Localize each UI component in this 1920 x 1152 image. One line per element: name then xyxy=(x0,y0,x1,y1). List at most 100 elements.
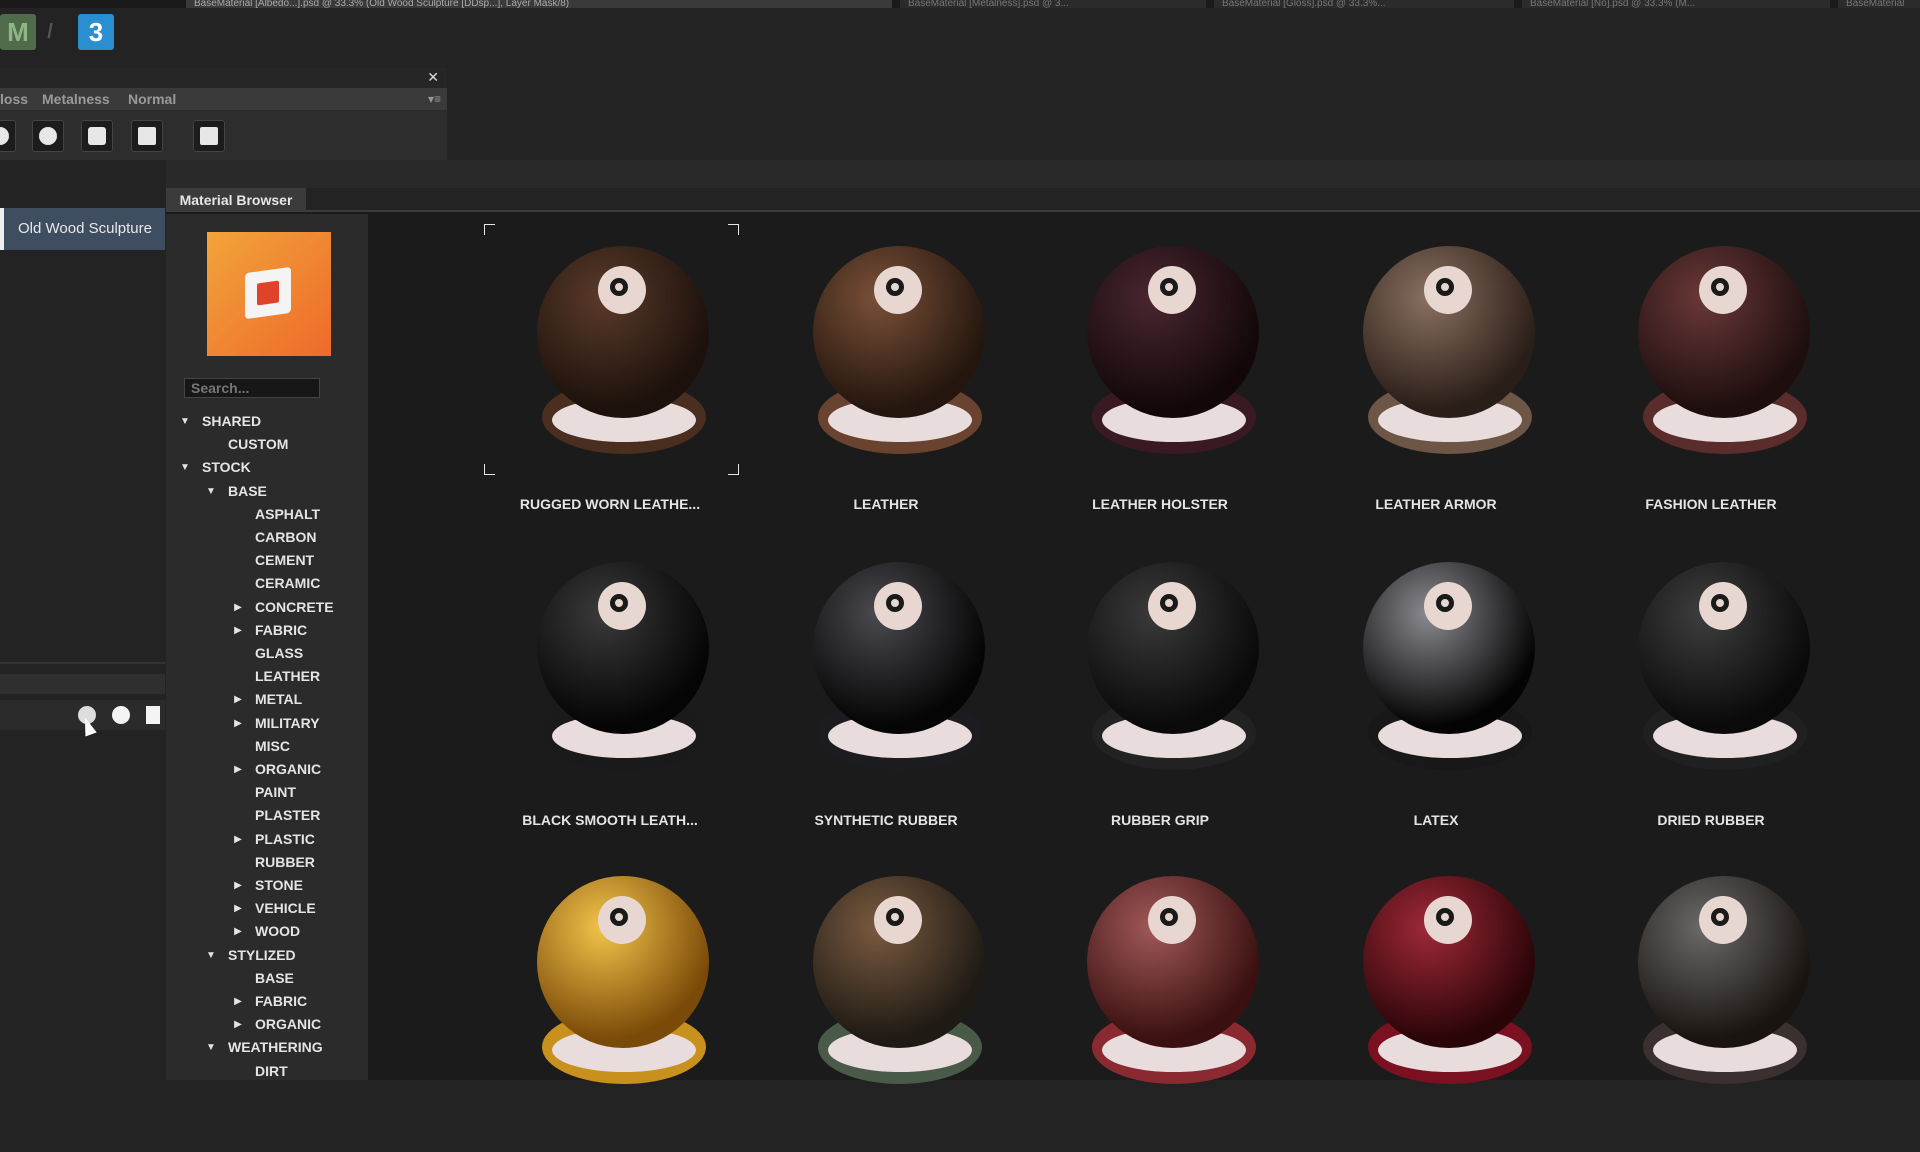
material-card[interactable]: RUBBER GRIP xyxy=(1030,538,1290,838)
tab-metalness[interactable]: Metalness xyxy=(42,88,110,110)
material-card[interactable]: LEATHER ARMOR xyxy=(1306,222,1566,522)
doc-tab[interactable]: BaseMaterial xyxy=(1838,0,1920,8)
caret-right-icon[interactable]: ▶ xyxy=(231,694,245,705)
app-switcher: M/ 3 xyxy=(0,14,200,60)
caret-right-icon[interactable]: ▶ xyxy=(231,834,245,845)
material-card[interactable] xyxy=(1306,852,1566,1152)
caret-right-icon[interactable]: ▶ xyxy=(231,625,245,636)
divider xyxy=(0,662,165,664)
search-input[interactable] xyxy=(184,378,320,398)
layer-item-selected[interactable]: Old Wood Sculpture xyxy=(4,208,165,250)
material-card[interactable]: SYNTHETIC RUBBER xyxy=(756,538,1016,838)
tree-item[interactable]: LEATHER xyxy=(166,665,368,688)
caret-right-icon[interactable]: ▶ xyxy=(231,996,245,1007)
caret-right-icon[interactable]: ▶ xyxy=(231,718,245,729)
tree-item-label: CEMENT xyxy=(255,552,315,569)
add-layer-icon[interactable] xyxy=(0,120,16,152)
layers-panel: Old Wood Sculpture xyxy=(0,172,165,1080)
tree-item-label: ASPHALT xyxy=(255,505,321,522)
material-card[interactable]: LEATHER HOLSTER xyxy=(1030,222,1290,522)
tab-gloss[interactable]: loss xyxy=(0,88,28,110)
caret-right-icon[interactable]: ▶ xyxy=(231,1019,245,1030)
panel-menu-icon[interactable]: ▾≡ xyxy=(428,92,441,106)
quixel-mark-icon xyxy=(1148,582,1196,630)
tree-item[interactable]: ▼ WEATHERING xyxy=(166,1036,368,1059)
material-card[interactable]: RUGGED WORN LEATHE... xyxy=(480,222,740,522)
tree-item[interactable]: ▶ FABRIC xyxy=(166,619,368,642)
tree-item[interactable]: ▶ WOOD xyxy=(166,920,368,943)
material-card[interactable] xyxy=(756,852,1016,1152)
tree-item[interactable]: DIRT xyxy=(166,1060,368,1083)
quixel-mark-icon xyxy=(874,582,922,630)
material-card[interactable]: BLACK SMOOTH LEATH... xyxy=(480,538,740,838)
tree-item[interactable]: CERAMIC xyxy=(166,572,368,595)
tree-item[interactable]: CEMENT xyxy=(166,549,368,572)
material-card[interactable] xyxy=(480,852,740,1152)
caret-down-icon[interactable]: ▼ xyxy=(204,950,218,961)
tree-item[interactable]: ▶ METAL xyxy=(166,688,368,711)
copy-layer-icon[interactable] xyxy=(131,120,163,152)
tree-item-label: STOCK xyxy=(202,459,251,476)
caret-right-icon[interactable]: ▶ xyxy=(231,880,245,891)
tree-item[interactable]: ▶ ORGANIC xyxy=(166,758,368,781)
add-material-icon[interactable] xyxy=(32,120,64,152)
tree-item[interactable]: ▼ STYLIZED xyxy=(166,944,368,967)
suite-3-app-icon[interactable]: 3 xyxy=(78,14,114,50)
doc-tab[interactable]: BaseMaterial [No].psd @ 33.3% (M... xyxy=(1522,0,1830,8)
tree-item[interactable]: ▶ ORGANIC xyxy=(166,1013,368,1036)
material-card[interactable]: DRIED RUBBER xyxy=(1581,538,1841,838)
material-label: RUGGED WORN LEATHE... xyxy=(519,496,701,512)
tree-item[interactable]: ▶ CONCRETE xyxy=(166,596,368,619)
browser-top-strip xyxy=(166,160,1920,188)
tree-item[interactable]: ▶ MILITARY xyxy=(166,712,368,735)
tab-material-browser[interactable]: Material Browser xyxy=(166,188,306,212)
flat-sphere-icon[interactable] xyxy=(112,706,130,724)
close-icon[interactable]: ✕ xyxy=(427,69,439,86)
tree-item-label: GLASS xyxy=(255,645,304,661)
material-label: FASHION LEATHER xyxy=(1645,496,1777,512)
doc-tab[interactable]: BaseMaterial [Metalness].psd @ 3... xyxy=(900,0,1206,8)
tab-normal[interactable]: Normal xyxy=(128,88,176,110)
tree-item[interactable]: CUSTOM xyxy=(166,433,368,456)
caret-down-icon[interactable]: ▼ xyxy=(204,486,218,497)
tree-item[interactable]: PLASTER xyxy=(166,804,368,827)
tree-item[interactable]: ▶ VEHICLE xyxy=(166,897,368,920)
caret-right-icon[interactable]: ▶ xyxy=(231,602,245,613)
separator-icon[interactable]: / xyxy=(40,14,60,50)
material-label: SYNTHETIC RUBBER xyxy=(814,812,958,828)
material-card[interactable]: FASHION LEATHER xyxy=(1581,222,1841,522)
material-card[interactable]: LATEX xyxy=(1306,538,1566,838)
doc-tab[interactable]: BaseMaterial [Albedo...].psd @ 33.3% (Ol… xyxy=(186,0,892,8)
tree-item-label: CERAMIC xyxy=(255,575,321,592)
tree-item[interactable]: MISC xyxy=(166,735,368,758)
caret-right-icon[interactable]: ▶ xyxy=(231,903,245,914)
tree-item[interactable]: PAINT xyxy=(166,781,368,804)
caret-down-icon[interactable]: ▼ xyxy=(178,416,192,427)
tree-item[interactable]: ▼ BASE xyxy=(166,480,368,503)
caret-right-icon[interactable]: ▶ xyxy=(231,926,245,937)
tree-item[interactable]: ▶ FABRIC xyxy=(166,990,368,1013)
tree-item-label: STONE xyxy=(255,877,303,893)
material-card[interactable] xyxy=(1030,852,1290,1152)
layer-indicator xyxy=(0,208,4,250)
tree-item[interactable]: ASPHALT xyxy=(166,503,368,526)
material-card[interactable]: LEATHER xyxy=(756,222,1016,522)
tree-item[interactable]: CARBON xyxy=(166,526,368,549)
tree-item[interactable]: ▼ STOCK xyxy=(166,456,368,479)
caret-right-icon[interactable]: ▶ xyxy=(231,764,245,775)
export-icon[interactable] xyxy=(193,120,225,152)
caret-down-icon[interactable]: ▼ xyxy=(178,462,192,473)
mixer-app-icon[interactable]: M xyxy=(0,14,36,50)
document-icon[interactable] xyxy=(146,706,160,724)
doc-tab[interactable]: BaseMaterial [Gloss].psd @ 33.3%... xyxy=(1214,0,1514,8)
caret-down-icon[interactable]: ▼ xyxy=(204,1042,218,1053)
tree-item[interactable]: GLASS xyxy=(166,642,368,665)
tree-item[interactable]: RUBBER xyxy=(166,851,368,874)
tree-item[interactable]: BASE xyxy=(166,967,368,990)
material-settings-icon[interactable] xyxy=(81,120,113,152)
material-card[interactable] xyxy=(1581,852,1841,1152)
tree-item-label: PLASTER xyxy=(255,807,321,824)
tree-item[interactable]: ▶ PLASTIC xyxy=(166,828,368,851)
tree-item[interactable]: ▶ STONE xyxy=(166,874,368,897)
tree-item[interactable]: ▼ SHARED xyxy=(166,410,368,433)
